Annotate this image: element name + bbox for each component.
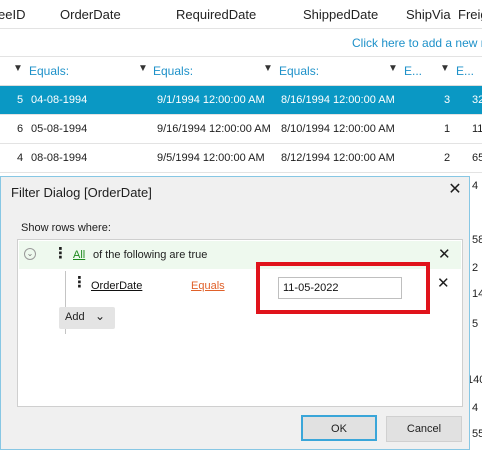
drag-handle-icon[interactable]: ⋮ xyxy=(72,275,87,290)
filter-row: ▼ Equals: ▼ Equals: ▼ Equals: ▼ E... ▼ E… xyxy=(0,57,482,86)
condition-value-input[interactable] xyxy=(278,277,402,299)
add-button-label: Add xyxy=(65,311,85,323)
remove-condition-icon[interactable]: ✕ xyxy=(437,276,450,291)
filter-icon[interactable]: ▼ xyxy=(263,63,273,74)
filter-operator-label[interactable]: Equals: xyxy=(29,64,69,78)
column-header-orderdate[interactable]: OrderDate xyxy=(60,7,121,22)
cell-freight: 58 xyxy=(472,234,482,246)
cell-freight: 2 xyxy=(472,262,479,274)
cell-freight: 55 xyxy=(472,428,482,440)
cell-freight: 14 xyxy=(472,288,482,300)
filter-operator-label[interactable]: E... xyxy=(404,64,422,78)
filter-icon[interactable]: ▼ xyxy=(13,63,23,74)
table-row[interactable]: 4 08-08-1994 9/5/1994 12:00:00 AM 8/12/1… xyxy=(0,144,482,173)
cell-employeeid: 4 xyxy=(17,152,24,164)
cell-orderdate: 08-08-1994 xyxy=(31,152,88,164)
column-header-shipvia[interactable]: ShipVia xyxy=(406,7,451,22)
cell-freight: 4 xyxy=(472,180,479,192)
drag-handle-icon[interactable]: ⋮ xyxy=(53,246,68,261)
collapse-icon[interactable]: ⌄ xyxy=(24,248,36,260)
close-icon[interactable]: ✕ xyxy=(447,182,463,198)
filter-icon[interactable]: ▼ xyxy=(440,63,450,74)
filter-dialog: Filter Dialog [OrderDate] ✕ Show rows wh… xyxy=(0,176,470,450)
column-header-freight[interactable]: Freig xyxy=(458,7,482,22)
chevron-down-icon: ⌄ xyxy=(95,309,106,323)
add-button[interactable]: Add ⌄ xyxy=(59,307,115,329)
column-header-requireddate[interactable]: RequiredDate xyxy=(176,7,256,22)
cell-freight: 11 xyxy=(472,123,482,135)
group-logic-text: of the following are true xyxy=(93,249,208,261)
table-row[interactable]: 5 04-08-1994 9/1/1994 12:00:00 AM 8/16/1… xyxy=(0,86,482,115)
remove-group-icon[interactable]: ✕ xyxy=(438,247,451,262)
filter-icon[interactable]: ▼ xyxy=(388,63,398,74)
cell-freight: 65 xyxy=(472,152,482,164)
add-new-row-text[interactable]: Click here to add a new r xyxy=(352,36,482,50)
filter-icon[interactable]: ▼ xyxy=(138,63,148,74)
condition-field-link[interactable]: OrderDate xyxy=(91,280,142,292)
cell-requireddate: 9/5/1994 12:00:00 AM xyxy=(157,152,265,164)
cell-shippeddate: 8/16/1994 12:00:00 AM xyxy=(281,94,395,106)
cell-shipvia: 2 xyxy=(444,152,451,164)
add-new-row[interactable]: Click here to add a new r xyxy=(0,29,482,57)
cell-shippeddate: 8/12/1994 12:00:00 AM xyxy=(281,152,395,164)
cell-freight: 5 xyxy=(472,318,479,330)
cell-orderdate: 05-08-1994 xyxy=(31,123,88,135)
cell-requireddate: 9/1/1994 12:00:00 AM xyxy=(157,94,265,106)
filter-operator-label[interactable]: Equals: xyxy=(153,64,193,78)
column-header-employeeid[interactable]: eeID xyxy=(0,7,25,22)
cell-shippeddate: 8/10/1994 12:00:00 AM xyxy=(281,123,395,135)
filter-group-header: ⌄ ⋮ All of the following are true ✕ xyxy=(19,241,461,269)
cell-freight: 32 xyxy=(472,94,482,106)
cell-orderdate: 04-08-1994 xyxy=(31,94,88,106)
cell-requireddate: 9/16/1994 12:00:00 AM xyxy=(157,123,271,135)
filter-operator-label[interactable]: Equals: xyxy=(279,64,319,78)
cancel-button[interactable]: Cancel xyxy=(386,416,462,442)
cell-shipvia: 1 xyxy=(444,123,451,135)
cell-shipvia: 3 xyxy=(444,94,451,106)
condition-operator-link[interactable]: Equals xyxy=(191,280,225,292)
show-rows-label: Show rows where: xyxy=(21,222,111,234)
cell-employeeid: 5 xyxy=(17,94,24,106)
cell-freight: 4 xyxy=(472,402,479,414)
group-logic-link[interactable]: All xyxy=(73,249,85,261)
grid-header: eeID OrderDate RequiredDate ShippedDate … xyxy=(0,0,482,29)
column-header-shippeddate[interactable]: ShippedDate xyxy=(303,7,378,22)
table-row[interactable]: 6 05-08-1994 9/16/1994 12:00:00 AM 8/10/… xyxy=(0,115,482,144)
cell-employeeid: 6 xyxy=(17,123,24,135)
dialog-title: Filter Dialog [OrderDate] xyxy=(11,185,152,200)
ok-button[interactable]: OK xyxy=(301,415,377,441)
filter-operator-label[interactable]: E... xyxy=(456,64,474,78)
